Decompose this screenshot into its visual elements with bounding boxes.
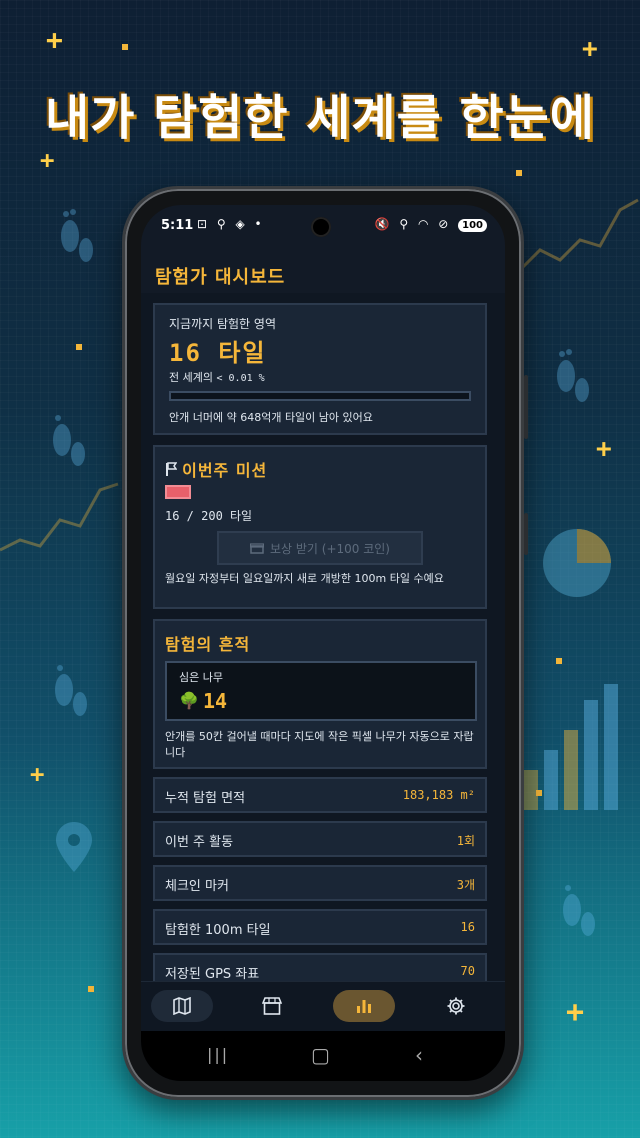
stat-label: 이번 주 활동 — [165, 835, 234, 850]
nav-stats[interactable] — [333, 990, 395, 1022]
stat-row-gps: 저장된 GPS 좌표 70 — [153, 953, 487, 981]
recents-button[interactable]: ||| — [207, 1045, 229, 1064]
sparkle-icon: + — [30, 760, 45, 788]
stat-row-weekly-activity: 이번 주 활동 1회 — [153, 821, 487, 857]
explored-value: 16 타일 — [169, 339, 267, 367]
explored-area-card: 지금까지 탐험한 영역 16 타일 전 세계의 < 0.01 % 안개 너머에 … — [153, 303, 487, 435]
stat-row-checkin-markers: 체크인 마커 3개 — [153, 865, 487, 901]
pie-chart-decoration — [543, 529, 611, 597]
power-button — [524, 513, 528, 555]
footprint-icon — [55, 665, 87, 716]
stat-label: 탐험한 100m 타일 — [165, 923, 271, 938]
line-chart-decoration — [0, 482, 119, 552]
store-icon — [262, 997, 282, 1015]
phone-screen: 5:11 ⊡ ⚲ ◈ • 🔇 ⚲ ◠ ⊘ 100 탐험가 대시보드 지금까지 탐… — [141, 205, 505, 1081]
claim-reward-button[interactable]: 보상 받기 (+100 코인) — [217, 531, 423, 565]
status-bar: 5:11 ⊡ ⚲ ◈ • 🔇 ⚲ ◠ ⊘ 100 — [141, 205, 505, 247]
explored-progress-bar — [169, 391, 471, 401]
stat-value: 1회 — [456, 834, 475, 848]
tree-count: 14 — [203, 689, 228, 713]
gift-icon — [249, 543, 264, 554]
traces-title: 탐험의 흔적 — [165, 635, 251, 654]
sparkle-dot — [556, 658, 562, 664]
footprint-icon — [557, 349, 589, 402]
planted-trees-box: 심은 나무 🌳 14 — [165, 661, 477, 721]
stat-value: 183,183 m² — [402, 788, 475, 802]
status-icons: 🔇 ⚲ ◠ ⊘ — [374, 217, 452, 231]
tree-label: 심은 나무 — [179, 671, 223, 684]
phone-frame: 5:11 ⊡ ⚲ ◈ • 🔇 ⚲ ◠ ⊘ 100 탐험가 대시보드 지금까지 탐… — [122, 186, 528, 1100]
page-title: 탐험가 대시보드 — [155, 267, 286, 288]
exploration-traces-card: 탐험의 흔적 심은 나무 🌳 14 안개를 50칸 걸어낼 때마다 지도에 작은… — [153, 619, 487, 769]
back-button[interactable]: ‹ — [415, 1043, 423, 1067]
claim-reward-label: 보상 받기 (+100 코인) — [269, 541, 390, 556]
home-button[interactable]: ▢ — [311, 1043, 330, 1067]
promo-headline: 내가 탐험한 세계를 한눈에 — [45, 90, 595, 146]
stat-value: 16 — [460, 920, 475, 934]
front-camera — [311, 217, 331, 237]
sparkle-dot — [122, 44, 128, 50]
flag-icon — [166, 462, 178, 476]
stat-value: 70 — [460, 964, 475, 978]
stat-label: 누적 탐험 면적 — [165, 791, 246, 806]
sparkle-dot — [76, 344, 82, 350]
dashboard-scroll[interactable]: 지금까지 탐험한 영역 16 타일 전 세계의 < 0.01 % 안개 너머에 … — [141, 293, 505, 981]
stat-label: 저장된 GPS 좌표 — [165, 967, 260, 981]
status-time: 5:11 — [161, 218, 194, 233]
nav-map[interactable] — [151, 990, 213, 1022]
nav-settings[interactable] — [425, 990, 487, 1022]
mission-title: 이번주 미션 — [182, 461, 268, 480]
mission-description: 월요일 자정부터 일요일까지 새로 개방한 100m 타일 수예요 — [165, 572, 444, 585]
tree-icon: 🌳 — [179, 691, 199, 710]
explored-caption: 지금까지 탐험한 영역 — [169, 317, 276, 331]
sparkle-dot — [516, 170, 522, 176]
traces-description: 안개를 50칸 걸어낼 때마다 지도에 작은 픽셀 나무가 자동으로 자랍니다 — [165, 730, 474, 759]
bottom-navigation — [141, 981, 505, 1032]
sparkle-icon: + — [566, 995, 585, 1030]
mission-header: 이번주 미션 — [165, 457, 267, 481]
gear-icon — [447, 997, 465, 1015]
world-share-value: < 0.01 % — [216, 373, 265, 384]
footprint-icon — [61, 209, 93, 262]
footprint-icon — [53, 415, 85, 466]
footprint-icon — [563, 885, 595, 936]
nav-store[interactable] — [241, 990, 303, 1022]
sparkle-icon: + — [596, 434, 612, 464]
world-share: 전 세계의 < 0.01 % — [169, 369, 265, 385]
stat-value: 3개 — [456, 878, 475, 892]
remaining-tiles-text: 안개 너머에 약 648억개 타일이 남아 있어요 — [169, 411, 373, 424]
map-icon — [173, 997, 191, 1015]
battery-icon: 100 — [458, 219, 487, 232]
mission-progress-indicator — [165, 485, 191, 499]
sparkle-icon: + — [40, 146, 55, 174]
weekly-mission-card: 이번주 미션 16 / 200 타일 보상 받기 (+100 코인) 월요일 자… — [153, 445, 487, 609]
sparkle-icon: + — [582, 34, 598, 64]
status-left-icons: ⊡ ⚲ ◈ • — [197, 217, 265, 231]
sparkle-icon: + — [46, 23, 63, 56]
system-navigation-bar: ||| ▢ ‹ — [141, 1031, 505, 1081]
bar-chart-icon — [357, 1000, 371, 1013]
mission-progress-text: 16 / 200 타일 — [165, 509, 253, 523]
stat-row-total-area: 누적 탐험 면적 183,183 m² — [153, 777, 487, 813]
line-chart-decoration — [520, 198, 639, 272]
world-share-prefix: 전 세계의 — [169, 371, 213, 384]
status-right-icons: 🔇 ⚲ ◠ ⊘ 100 — [375, 217, 487, 232]
stat-label: 체크인 마커 — [165, 879, 229, 894]
location-pin-icon — [56, 822, 92, 872]
sparkle-dot — [88, 986, 94, 992]
bar-chart-decoration — [524, 684, 618, 810]
volume-button — [524, 375, 528, 439]
stat-row-tiles: 탐험한 100m 타일 16 — [153, 909, 487, 945]
